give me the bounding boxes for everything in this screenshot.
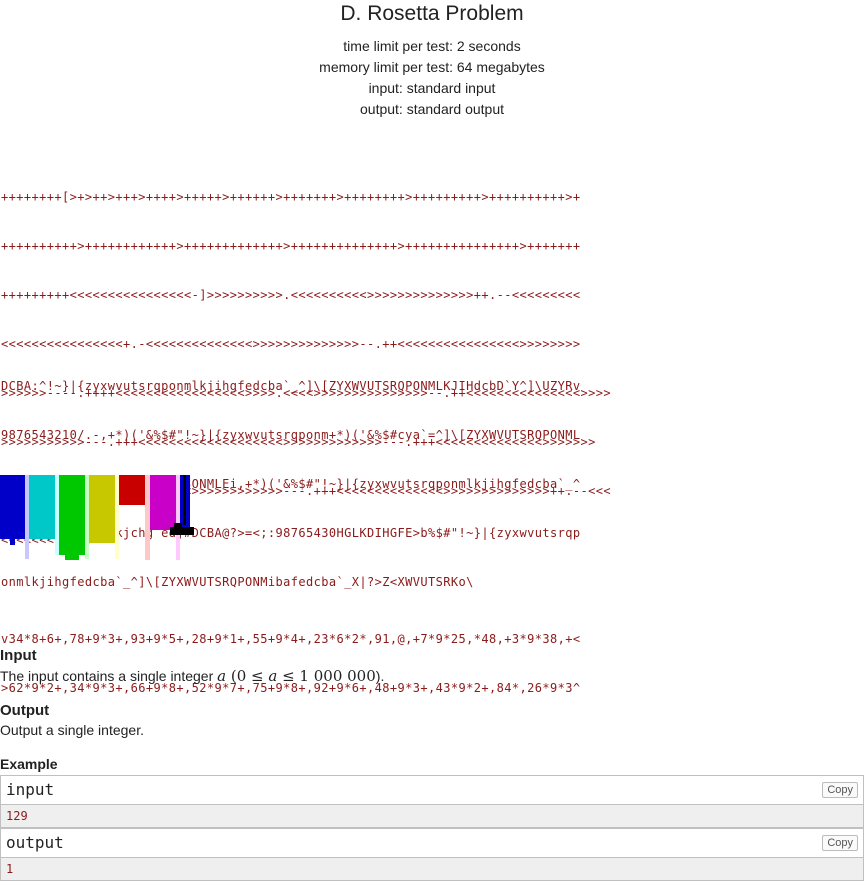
output-spec: output: standard output: [360, 101, 504, 117]
sample-input-label: input: [6, 780, 55, 799]
arithmetic-code: v34*8+6+,78+9*3+,93+9*5+,28+9*1+,55+9*4+…: [1, 601, 580, 713]
code-line: ++++++++++>++++++++++++>+++++++++++++>++…: [1, 239, 581, 253]
sample-output-body: 1: [1, 858, 863, 880]
output-section-title: Output: [0, 702, 50, 719]
code-line: 9876543210/.-,+*)('&%$#"!~}|{zyxwvutsrqp…: [1, 428, 581, 442]
sample-output-header: output Copy: [1, 829, 863, 858]
sample-output-label: output: [6, 833, 64, 852]
sample-input-header: input Copy: [1, 776, 863, 805]
input-section-title: Input: [0, 647, 37, 664]
input-spec: input: standard input: [368, 80, 496, 96]
input-bound: a (0 ≤ a ≤ 1 000 000: [217, 667, 376, 685]
output-section-text: Output a single integer.: [0, 722, 144, 738]
sample-input-value: 129: [6, 809, 28, 823]
input-section-text: The input contains a single integer a (0…: [0, 667, 385, 685]
code-line: v34*8+6+,78+9*3+,93+9*5+,28+9*1+,55+9*4+…: [1, 632, 581, 646]
piet-program-image: [0, 475, 200, 565]
code-line: DCBA:^!~}|{zyxwvutsrqponmlkjihgfedcba`_^…: [1, 379, 581, 393]
code-line: +++++++++<<<<<<<<<<<<<<<<-]>>>>>>>>>>.<<…: [1, 288, 581, 302]
code-line: onmlkjihgfedcba`_^]\[ZYXWVUTSRQPONMibafe…: [1, 575, 474, 589]
sample-input-box: input Copy 129: [0, 775, 864, 828]
copy-output-button[interactable]: Copy: [822, 835, 858, 851]
problem-header: D. Rosetta Problem time limit per test: …: [0, 2, 864, 120]
sample-input-body: 129: [1, 805, 863, 827]
code-line: ++++++++[>+>++>+++>++++>+++++>++++++>+++…: [1, 190, 581, 204]
problem-title: D. Rosetta Problem: [340, 2, 524, 25]
example-title: Example: [0, 756, 58, 772]
memory-limit: memory limit per test: 64 megabytes: [319, 59, 545, 75]
sample-output-value: 1: [6, 862, 14, 876]
copy-input-button[interactable]: Copy: [822, 782, 858, 798]
sample-output-box: output Copy 1: [0, 828, 864, 881]
time-limit: time limit per test: 2 seconds: [343, 38, 521, 54]
